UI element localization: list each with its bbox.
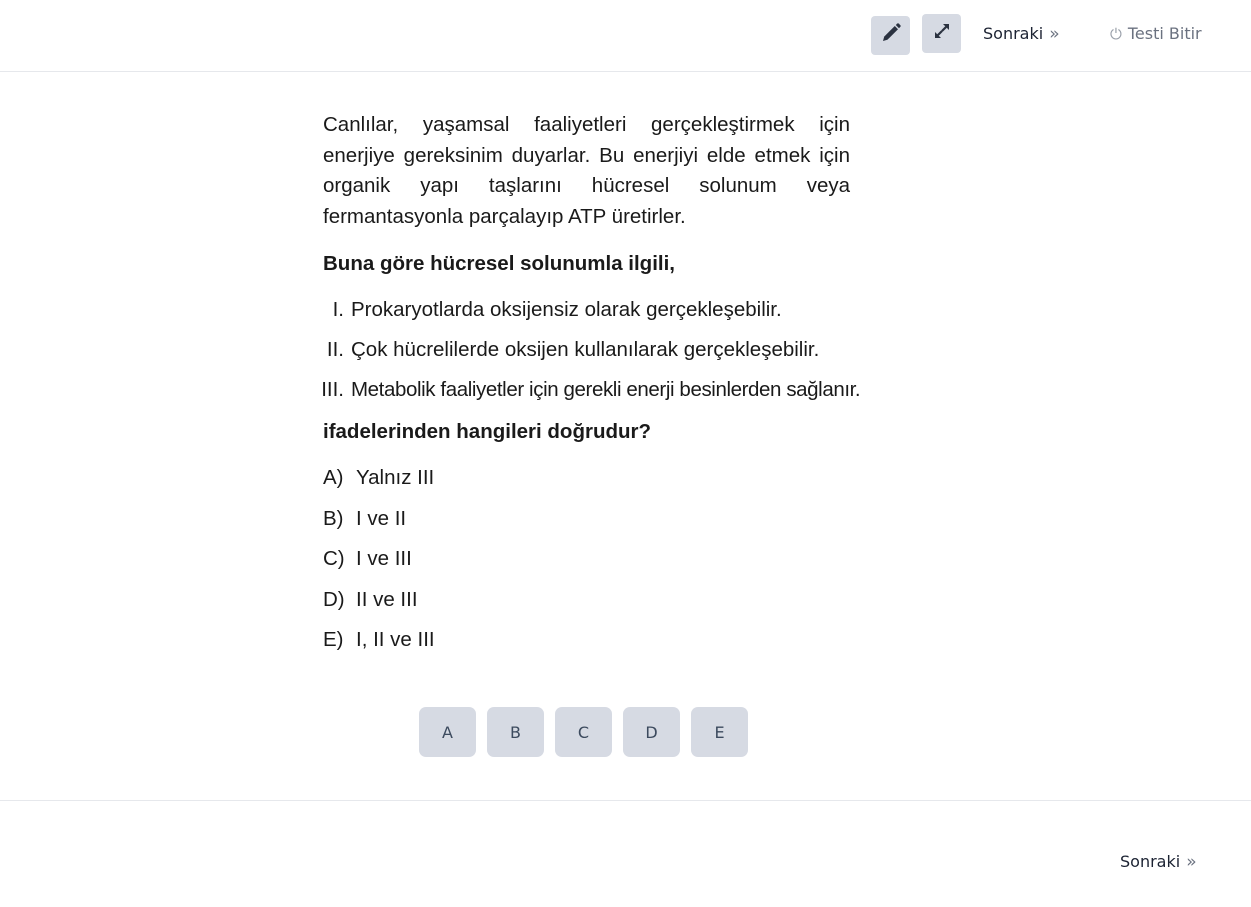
option-list: A) Yalnız III B) I ve II C) I ve III D) … (323, 466, 850, 669)
power-icon: ⏻ (1110, 24, 1122, 43)
statement-text: Çok hücrelilerde oksijen kullanılarak ge… (351, 338, 820, 361)
statement-item: III. Metabolik faaliyetler için gerekli … (321, 378, 860, 418)
statement-text: Prokaryotlarda oksijensiz olarak gerçekl… (351, 298, 782, 321)
top-toolbar: Sonraki » ⏻ Testi Bitir (0, 0, 1251, 72)
next-label: Sonraki (983, 24, 1044, 43)
statement-item: II. Çok hücrelilerde oksijen kullanılara… (323, 338, 850, 378)
answer-button-b[interactable]: B (487, 707, 544, 757)
option-letter: A) (323, 466, 344, 489)
next-button-bottom[interactable]: Sonraki » (1120, 852, 1197, 871)
option-text: I ve III (356, 547, 412, 570)
finish-label: Testi Bitir (1127, 24, 1202, 43)
option-text: I, II ve III (356, 628, 435, 651)
option-letter: E) (323, 628, 344, 651)
pencil-button[interactable] (871, 16, 910, 55)
next-button-top[interactable]: Sonraki » (983, 24, 1060, 43)
option-text: Yalnız III (356, 466, 435, 489)
option-item: E) I, II ve III (323, 628, 850, 669)
question-ask: ifadelerinden hangileri doğrudur? (323, 420, 652, 443)
statement-number: I. (332, 298, 344, 321)
statement-number: II. (326, 338, 344, 361)
option-item: B) I ve II (323, 507, 850, 548)
statement-number: III. (321, 378, 344, 401)
option-item: C) I ve III (323, 547, 850, 588)
answer-button-a[interactable]: A (419, 707, 476, 757)
next-label: Sonraki (1120, 852, 1181, 871)
statement-item: I. Prokaryotlarda oksijensiz olarak gerç… (323, 298, 850, 338)
question-panel: Canlılar, yaşamsal faaliyetleri gerçekle… (321, 110, 860, 669)
answer-button-e[interactable]: E (691, 707, 748, 757)
fullscreen-button[interactable] (922, 14, 961, 53)
chevron-double-right-icon: » (1186, 851, 1197, 872)
finish-test-button[interactable]: ⏻ Testi Bitir (1110, 24, 1202, 43)
option-letter: C) (323, 547, 345, 570)
option-letter: D) (323, 587, 345, 611)
statement-list: I. Prokaryotlarda oksijensiz olarak gerç… (321, 298, 860, 418)
answer-buttons: A B C D E (419, 707, 748, 757)
answer-button-c[interactable]: C (555, 707, 612, 757)
statement-text: Metabolik faaliyetler için gerekli enerj… (351, 378, 861, 401)
answer-button-d[interactable]: D (623, 707, 680, 757)
option-text: I ve II (356, 506, 407, 530)
option-item: A) Yalnız III (323, 466, 850, 507)
option-text: II ve III (356, 587, 418, 611)
option-item: D) II ve III (323, 588, 850, 629)
expand-icon (933, 22, 951, 45)
question-prompt: Buna göre hücresel solunumla ilgili, (323, 252, 675, 275)
question-stem: Canlılar, yaşamsal faaliyetleri gerçekle… (323, 113, 850, 228)
chevron-double-right-icon: » (1049, 23, 1060, 44)
footer-divider (0, 800, 1251, 801)
option-letter: B) (323, 506, 344, 530)
pencil-icon (880, 22, 902, 49)
